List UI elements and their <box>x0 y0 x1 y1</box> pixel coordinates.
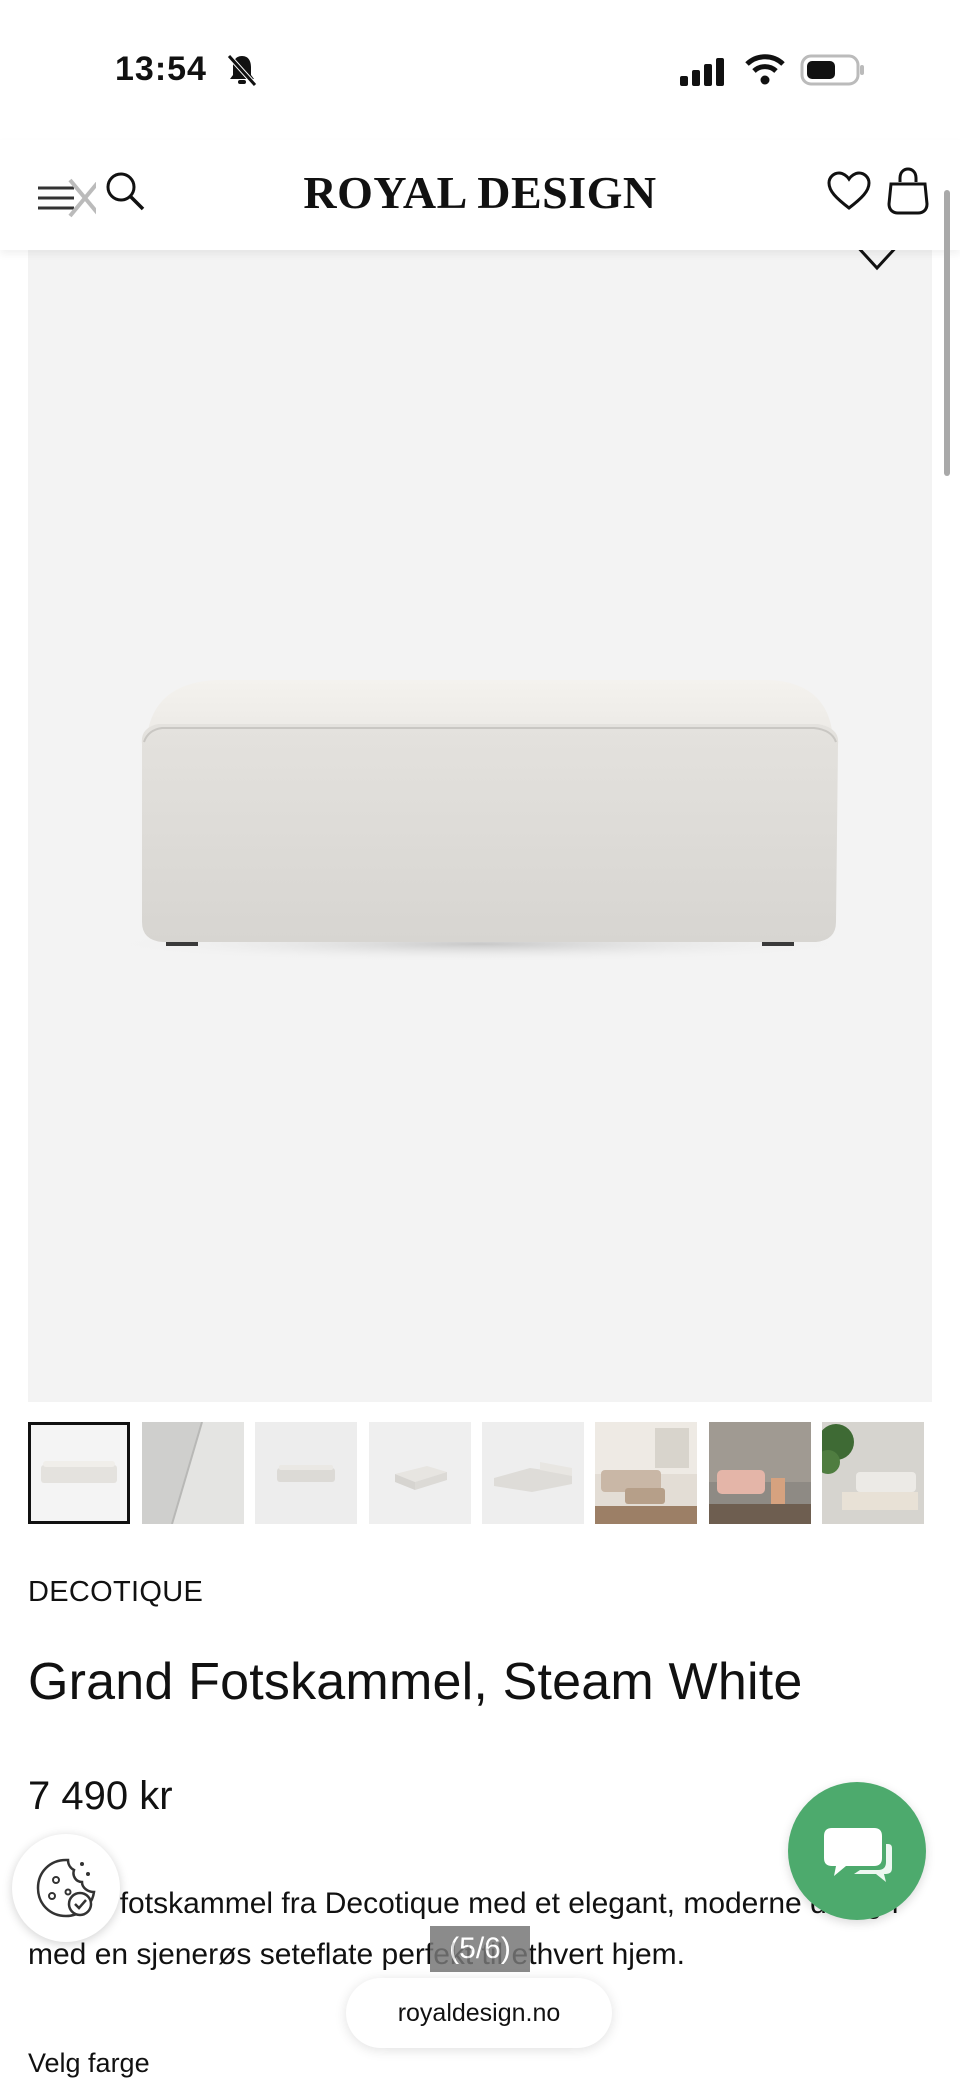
thumbnail-3[interactable] <box>255 1422 357 1524</box>
shopping-bag-icon[interactable] <box>886 166 930 216</box>
ottoman-side-thumbnail-image <box>369 1422 471 1524</box>
heart-icon[interactable] <box>826 170 872 212</box>
image-counter: (5/6) <box>430 1926 530 1972</box>
thumbnail-1[interactable] <box>28 1422 130 1524</box>
signal-icon <box>680 58 724 86</box>
thumbnail-7[interactable] <box>709 1422 811 1524</box>
thumbnail-strip <box>28 1422 932 1524</box>
chat-button[interactable] <box>788 1782 926 1920</box>
thumbnail-6[interactable] <box>595 1422 697 1524</box>
status-bar: 13:54 <box>0 0 960 140</box>
scrollbar[interactable] <box>944 190 950 476</box>
status-time: 13:54 <box>115 50 207 88</box>
thumbnail-5[interactable] <box>482 1422 584 1524</box>
living-room-thumbnail-image <box>595 1422 697 1524</box>
bell-off-icon <box>227 54 257 87</box>
chat-icon <box>824 1828 892 1882</box>
cookie-icon <box>36 1858 96 1918</box>
thumbnail-8[interactable] <box>822 1422 924 1524</box>
fabric-thumbnail-image <box>142 1422 244 1524</box>
brand-logo[interactable]: ROYAL DESIGN <box>0 166 960 219</box>
ottoman-image <box>100 680 860 962</box>
ottoman-thumbnail-image <box>31 1425 127 1521</box>
product-brand[interactable]: DECOTIQUE <box>28 1576 203 1609</box>
product-main-image[interactable] <box>28 250 932 1402</box>
browser-url-bar[interactable]: royaldesign.no <box>346 1978 612 2048</box>
room-pink-thumbnail-image <box>709 1422 811 1524</box>
product-title: Grand Fotskammel, Steam White <box>28 1653 803 1711</box>
site-header: ROYAL DESIGN <box>0 140 960 250</box>
ottoman-angle-thumbnail-image <box>255 1422 357 1524</box>
choose-color-label: Velg farge <box>28 2048 150 2078</box>
cookie-settings-button[interactable] <box>12 1834 120 1942</box>
thumbnail-4[interactable] <box>369 1422 471 1524</box>
room-plant-thumbnail-image <box>822 1422 924 1524</box>
sofa-set-thumbnail-image <box>482 1422 584 1524</box>
wifi-icon <box>745 54 785 85</box>
battery-icon <box>800 54 864 86</box>
thumbnail-2[interactable] <box>142 1422 244 1524</box>
product-price: 7 490 kr <box>28 1774 173 1818</box>
